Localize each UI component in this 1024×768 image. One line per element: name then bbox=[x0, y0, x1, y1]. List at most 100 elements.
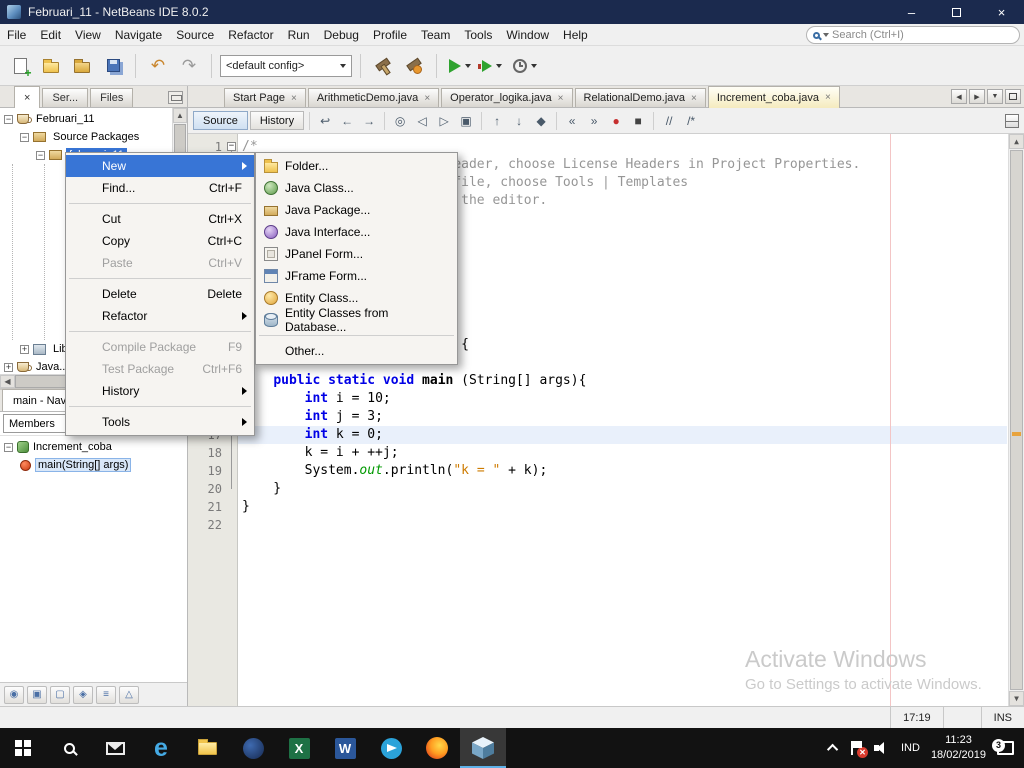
context-item-paste[interactable]: PasteCtrl+V bbox=[66, 252, 254, 274]
close-tab-icon[interactable]: × bbox=[825, 92, 831, 103]
word-app-icon[interactable]: W bbox=[322, 728, 368, 768]
save-all-button[interactable] bbox=[99, 52, 127, 80]
comment-icon[interactable]: // bbox=[659, 111, 679, 131]
context-item-cut[interactable]: CutCtrl+X bbox=[66, 208, 254, 230]
menu-run[interactable]: Run bbox=[281, 24, 317, 45]
back-icon[interactable]: ← bbox=[337, 111, 357, 131]
minimize-panel-icon[interactable] bbox=[168, 91, 183, 104]
doc-tab-arithmeticdemo-java[interactable]: ArithmeticDemo.java× bbox=[308, 88, 439, 107]
scroll-down-icon[interactable]: ▼ bbox=[1009, 691, 1024, 706]
context-item-refactor[interactable]: Refactor bbox=[66, 305, 254, 327]
scrollbar-thumb[interactable] bbox=[1010, 150, 1023, 690]
menu-refactor[interactable]: Refactor bbox=[221, 24, 280, 45]
doc-tab-start-page[interactable]: Start Page× bbox=[224, 88, 306, 107]
menu-file[interactable]: File bbox=[0, 24, 33, 45]
context-item-copy[interactable]: CopyCtrl+C bbox=[66, 230, 254, 252]
source-view-button[interactable]: Source bbox=[193, 111, 248, 130]
edge-app-icon[interactable]: e bbox=[138, 728, 184, 768]
build-project-button[interactable] bbox=[369, 52, 397, 80]
redo-button[interactable]: ↷ bbox=[175, 52, 203, 80]
new-project-button[interactable] bbox=[37, 52, 65, 80]
stop-macro-icon[interactable]: ■ bbox=[628, 111, 648, 131]
scroll-tabs-left-icon[interactable]: ◀ bbox=[951, 89, 967, 104]
code-line[interactable]: } bbox=[242, 498, 1007, 516]
expander-icon[interactable]: − bbox=[36, 151, 45, 160]
menu-team[interactable]: Team bbox=[414, 24, 457, 45]
scroll-up-icon[interactable]: ▲ bbox=[1009, 134, 1024, 149]
panel-tab-[interactable]: × bbox=[14, 86, 40, 108]
code-line[interactable]: int i = 10; bbox=[242, 390, 1007, 408]
clock[interactable]: 11:23 18/02/2019 bbox=[931, 733, 986, 763]
sort-source-icon[interactable]: △ bbox=[119, 686, 139, 704]
volume-icon[interactable] bbox=[874, 741, 890, 755]
submenu-item-jframe-form[interactable]: JFrame Form... bbox=[256, 265, 457, 287]
search-input[interactable] bbox=[832, 29, 992, 41]
menu-help[interactable]: Help bbox=[556, 24, 595, 45]
open-project-button[interactable] bbox=[68, 52, 96, 80]
code-line[interactable]: public static void main (String[] args){ bbox=[242, 372, 1007, 390]
code-line[interactable] bbox=[242, 516, 1007, 534]
doc-tab-relationaldemo-java[interactable]: RelationalDemo.java× bbox=[575, 88, 706, 107]
editor-vertical-scrollbar[interactable]: ▲ ▼ bbox=[1008, 134, 1024, 706]
submenu-item-other[interactable]: Other... bbox=[256, 340, 457, 362]
notifications-icon[interactable]: 3 bbox=[997, 741, 1014, 755]
action-center-flag-icon[interactable]: ✕ bbox=[849, 741, 863, 755]
clean-build-button[interactable] bbox=[400, 52, 428, 80]
tree-row[interactable]: −Increment_coba bbox=[0, 438, 187, 456]
shift-right-icon[interactable]: » bbox=[584, 111, 604, 131]
uncomment-icon[interactable]: /* bbox=[681, 111, 701, 131]
firefox-app-icon[interactable] bbox=[414, 728, 460, 768]
close-tab-icon[interactable]: × bbox=[558, 93, 564, 104]
menu-tools[interactable]: Tools bbox=[457, 24, 499, 45]
toggle-highlight-icon[interactable]: ▣ bbox=[456, 111, 476, 131]
submenu-item-java-package[interactable]: Java Package... bbox=[256, 199, 457, 221]
code-line[interactable]: System.out.println("k = " + k); bbox=[242, 462, 1007, 480]
context-item-compile-package[interactable]: Compile PackageF9 bbox=[66, 336, 254, 358]
expander-icon[interactable]: − bbox=[20, 133, 29, 142]
menu-edit[interactable]: Edit bbox=[33, 24, 68, 45]
submenu-item-java-interface[interactable]: Java Interface... bbox=[256, 221, 457, 243]
scroll-left-icon[interactable]: ◀ bbox=[0, 375, 15, 388]
tab-list-dropdown-icon[interactable]: ▼ bbox=[987, 89, 1003, 104]
mail-app-icon[interactable] bbox=[92, 728, 138, 768]
tree-row[interactable]: main(String[] args) bbox=[0, 456, 187, 474]
toggle-bookmark-icon[interactable]: ◆ bbox=[531, 111, 551, 131]
app-icon-2[interactable] bbox=[368, 728, 414, 768]
previous-bookmark-icon[interactable]: ↑ bbox=[487, 111, 507, 131]
scroll-tabs-right-icon[interactable]: ▶ bbox=[969, 89, 985, 104]
hidden-icons-chevron-icon[interactable] bbox=[827, 744, 838, 755]
scroll-up-icon[interactable]: ▲ bbox=[173, 108, 187, 123]
maximize-editor-icon[interactable] bbox=[1005, 89, 1021, 104]
show-non-public-icon[interactable]: ◈ bbox=[73, 686, 93, 704]
language-indicator[interactable]: IND bbox=[901, 742, 920, 754]
find-next-icon[interactable]: ▷ bbox=[434, 111, 454, 131]
next-bookmark-icon[interactable]: ↓ bbox=[509, 111, 529, 131]
submenu-item-entity-classes-from-database[interactable]: Entity Classes from Database... bbox=[256, 309, 457, 331]
expander-icon[interactable]: − bbox=[4, 443, 13, 452]
context-item-test-package[interactable]: Test PackageCtrl+F6 bbox=[66, 358, 254, 380]
config-combo[interactable]: <default config> bbox=[220, 55, 352, 77]
excel-app-icon[interactable]: X bbox=[276, 728, 322, 768]
taskbar-search-button[interactable] bbox=[46, 728, 92, 768]
shift-left-icon[interactable]: « bbox=[562, 111, 582, 131]
debug-button[interactable] bbox=[478, 52, 506, 80]
forward-icon[interactable]: → bbox=[359, 111, 379, 131]
menu-window[interactable]: Window bbox=[499, 24, 556, 45]
context-item-history[interactable]: History bbox=[66, 380, 254, 402]
submenu-item-java-class[interactable]: Java Class... bbox=[256, 177, 457, 199]
minimize-button[interactable]: – bbox=[889, 0, 934, 24]
menu-view[interactable]: View bbox=[68, 24, 108, 45]
last-edit-icon[interactable]: ↩ bbox=[315, 111, 335, 131]
profile-button[interactable] bbox=[509, 52, 541, 80]
context-item-new[interactable]: New bbox=[66, 155, 254, 177]
show-inherited-icon[interactable]: ◉ bbox=[4, 686, 24, 704]
quick-search-box[interactable] bbox=[806, 26, 1020, 44]
code-line[interactable]: } bbox=[242, 480, 1007, 498]
panel-tab-ser[interactable]: Ser... bbox=[42, 88, 88, 107]
close-tab-icon[interactable]: × bbox=[691, 93, 697, 104]
new-file-button[interactable] bbox=[6, 52, 34, 80]
history-view-button[interactable]: History bbox=[250, 111, 304, 130]
code-line[interactable]: int j = 3; bbox=[242, 408, 1007, 426]
panel-tab-files[interactable]: Files bbox=[90, 88, 133, 107]
undo-button[interactable]: ↶ bbox=[144, 52, 172, 80]
